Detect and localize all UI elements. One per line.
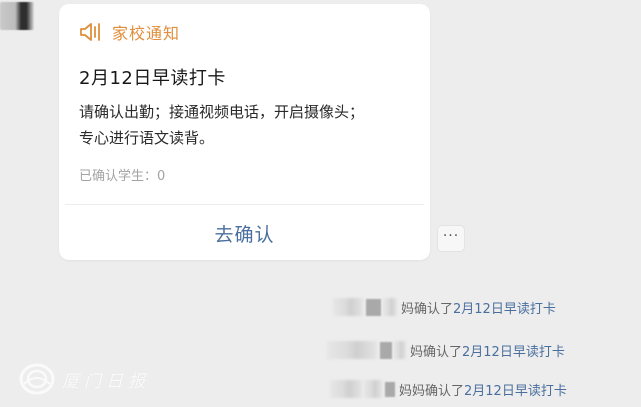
notice-card[interactable]: 家校通知 2月12日早读打卡 请确认出勤；接通视频电话，开启摄像头； 专心进行语… bbox=[59, 4, 430, 260]
confirmed-count: 已确认学生：0 bbox=[79, 169, 166, 184]
more-options-button[interactable]: ··· bbox=[437, 225, 465, 252]
blurred-username bbox=[333, 298, 363, 316]
notice-body: 请确认出勤；接通视频电话，开启摄像头； 专心进行语文读背。 bbox=[79, 99, 419, 151]
notice-link[interactable]: 2月12日早读打卡 bbox=[462, 341, 565, 360]
more-icon: ··· bbox=[442, 228, 460, 244]
sender-avatar[interactable] bbox=[0, 2, 34, 30]
card-header: 家校通知 bbox=[79, 20, 180, 44]
newspaper-logo-icon bbox=[19, 363, 55, 395]
blurred-username bbox=[364, 380, 382, 398]
notice-body-line: 请确认出勤；接通视频电话，开启摄像头； bbox=[79, 103, 365, 121]
blurred-username bbox=[380, 341, 392, 359]
blurred-username bbox=[327, 341, 377, 359]
blurred-username bbox=[385, 381, 395, 397]
watermark-text: 厦门日报 bbox=[62, 371, 150, 392]
system-message: 妈确认了 2月12日早读打卡 bbox=[333, 296, 556, 318]
card-divider bbox=[65, 204, 424, 205]
system-message: 妈确认了 2月12日早读打卡 bbox=[327, 339, 565, 361]
system-message-text: 妈确认了 bbox=[410, 344, 463, 360]
confirm-button[interactable]: 去确认 bbox=[59, 220, 430, 247]
system-message-text: 妈确认了 bbox=[401, 301, 454, 317]
notice-link[interactable]: 2月12日早读打卡 bbox=[464, 380, 567, 399]
blurred-username bbox=[330, 380, 362, 398]
blurred-username bbox=[383, 298, 397, 316]
card-header-label: 家校通知 bbox=[112, 24, 181, 43]
notice-title: 2月12日早读打卡 bbox=[79, 68, 226, 89]
notice-body-line: 专心进行语文读背。 bbox=[79, 129, 215, 147]
notice-link[interactable]: 2月12日早读打卡 bbox=[453, 298, 556, 317]
blurred-username bbox=[366, 298, 381, 316]
megaphone-icon bbox=[80, 23, 100, 41]
system-message-text: 妈妈确认了 bbox=[399, 383, 465, 399]
blurred-username bbox=[394, 341, 406, 359]
system-message: 妈妈确认了 2月12日早读打卡 bbox=[330, 378, 567, 400]
watermark: 厦门日报 bbox=[18, 362, 150, 396]
